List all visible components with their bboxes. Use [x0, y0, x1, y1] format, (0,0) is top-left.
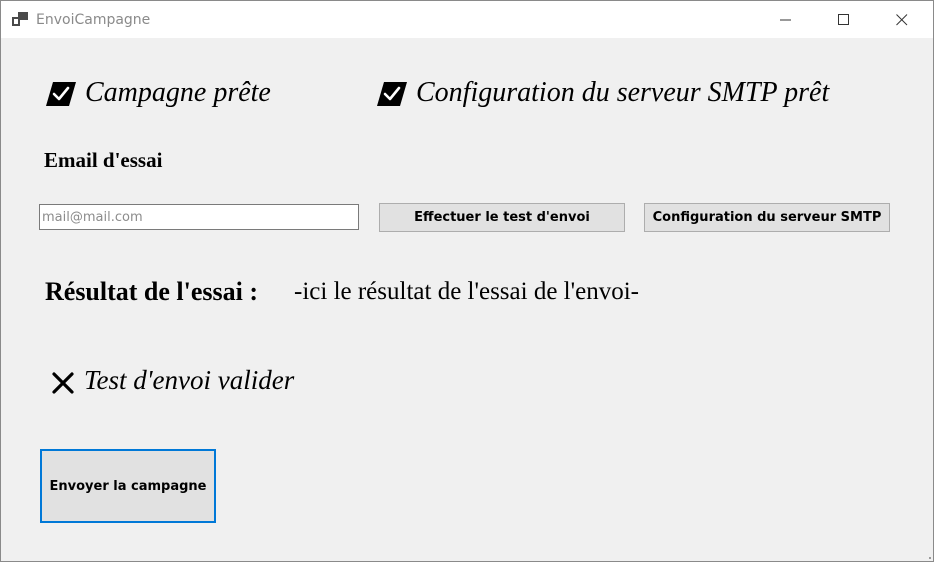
test-email-input[interactable] — [39, 204, 359, 230]
campaign-ready-check-icon — [46, 82, 76, 106]
title-bar[interactable]: EnvoiCampagne — [1, 1, 933, 38]
close-icon — [896, 13, 908, 25]
result-label: Résultat de l'essai : — [45, 277, 259, 306]
smtp-ready-label: Configuration du serveur SMTP prêt — [416, 77, 830, 108]
window-title: EnvoiCampagne — [36, 12, 151, 28]
smtp-ready-check-icon — [377, 82, 407, 106]
close-button[interactable] — [879, 1, 925, 38]
main-window: EnvoiCampagne Campagne prête Configurati… — [0, 0, 934, 562]
test-email-label: Email d'essai — [44, 148, 163, 172]
maximize-icon — [838, 13, 849, 25]
app-icon — [12, 12, 28, 26]
resize-grip-icon[interactable] — [927, 555, 931, 559]
minimize-icon — [780, 19, 791, 20]
test-valid-label: Test d'envoi valider — [84, 365, 295, 395]
smtp-config-button[interactable]: Configuration du serveur SMTP — [644, 203, 890, 232]
cross-icon — [52, 372, 74, 394]
maximize-button[interactable] — [821, 1, 867, 38]
minimize-button[interactable] — [763, 1, 809, 38]
run-test-button[interactable]: Effectuer le test d'envoi — [379, 203, 625, 232]
send-campaign-button[interactable]: Envoyer la campagne — [40, 449, 216, 523]
result-value: -ici le résultat de l'essai de l'envoi- — [294, 278, 639, 305]
campaign-ready-label: Campagne prête — [85, 77, 271, 108]
